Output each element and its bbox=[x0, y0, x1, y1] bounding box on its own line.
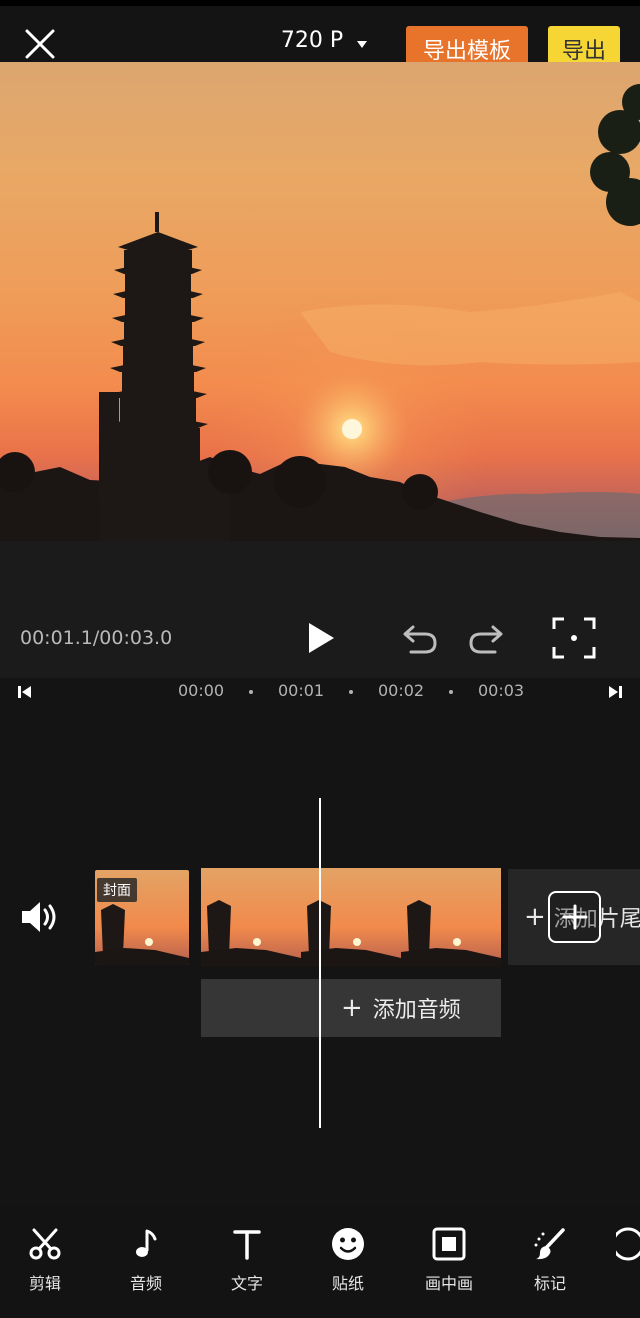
smiley-icon bbox=[330, 1226, 366, 1262]
plus-icon bbox=[562, 904, 587, 930]
scissors-icon bbox=[27, 1226, 63, 1262]
tool-audio[interactable]: 音频 bbox=[111, 1226, 181, 1296]
tool-sticker[interactable]: 贴纸 bbox=[313, 1226, 383, 1296]
resolution-value: 720 P bbox=[280, 28, 344, 53]
tool-more[interactable] bbox=[616, 1226, 640, 1296]
cover-label: 封面 bbox=[97, 878, 137, 902]
ruler-tick: 00:02 bbox=[378, 681, 425, 700]
tool-text[interactable]: 文字 bbox=[212, 1226, 282, 1296]
tool-edit[interactable]: 剪辑 bbox=[10, 1226, 80, 1296]
ruler-tick: 00:01 bbox=[278, 681, 325, 700]
skip-to-start-icon[interactable] bbox=[16, 684, 34, 700]
add-audio-label: 添加音频 bbox=[372, 998, 461, 1023]
undo-icon[interactable] bbox=[401, 621, 439, 655]
tool-mark[interactable]: 标记 bbox=[515, 1226, 585, 1296]
play-icon[interactable] bbox=[304, 620, 338, 656]
tool-label: 标记 bbox=[533, 1274, 566, 1293]
add-audio-button[interactable]: + 添加音频 bbox=[201, 979, 501, 1037]
volume-icon[interactable] bbox=[18, 896, 60, 938]
ruler-dot bbox=[349, 690, 353, 694]
music-note-icon bbox=[128, 1226, 164, 1262]
player-controls bbox=[0, 541, 640, 678]
tool-label: 画中画 bbox=[424, 1274, 473, 1293]
clip-thumbnail bbox=[301, 868, 401, 967]
tool-label: 音频 bbox=[129, 1274, 162, 1293]
video-preview[interactable] bbox=[0, 62, 640, 541]
redo-icon[interactable] bbox=[467, 621, 505, 655]
video-clip[interactable] bbox=[201, 868, 501, 967]
playhead[interactable] bbox=[319, 798, 321, 1128]
ruler-dot bbox=[249, 690, 253, 694]
caret-down-icon bbox=[357, 41, 368, 48]
tool-label: 剪辑 bbox=[28, 1274, 61, 1293]
fullscreen-icon[interactable] bbox=[552, 617, 596, 659]
tool-label: 文字 bbox=[230, 1274, 263, 1293]
ruler-tick: 00:00 bbox=[178, 681, 225, 700]
ruler-tick: 00:03 bbox=[478, 681, 525, 700]
picture-in-picture-icon bbox=[431, 1226, 467, 1262]
brush-icon bbox=[532, 1226, 568, 1262]
close-icon[interactable] bbox=[18, 22, 62, 66]
add-clip-button[interactable] bbox=[548, 891, 601, 943]
plus-icon: + bbox=[524, 902, 546, 932]
time-readout: 00:01.1/00:03.0 bbox=[20, 627, 173, 649]
ruler-dot bbox=[449, 690, 453, 694]
tool-label: 贴纸 bbox=[331, 1274, 364, 1293]
skip-to-end-icon[interactable] bbox=[606, 684, 624, 700]
text-icon bbox=[229, 1226, 265, 1262]
tool-picture-in-picture[interactable]: 画中画 bbox=[414, 1226, 484, 1296]
more-tool-icon bbox=[616, 1226, 640, 1262]
plus-icon: + bbox=[341, 993, 363, 1023]
clip-thumbnail bbox=[201, 868, 301, 967]
clip-thumbnail bbox=[401, 868, 501, 967]
